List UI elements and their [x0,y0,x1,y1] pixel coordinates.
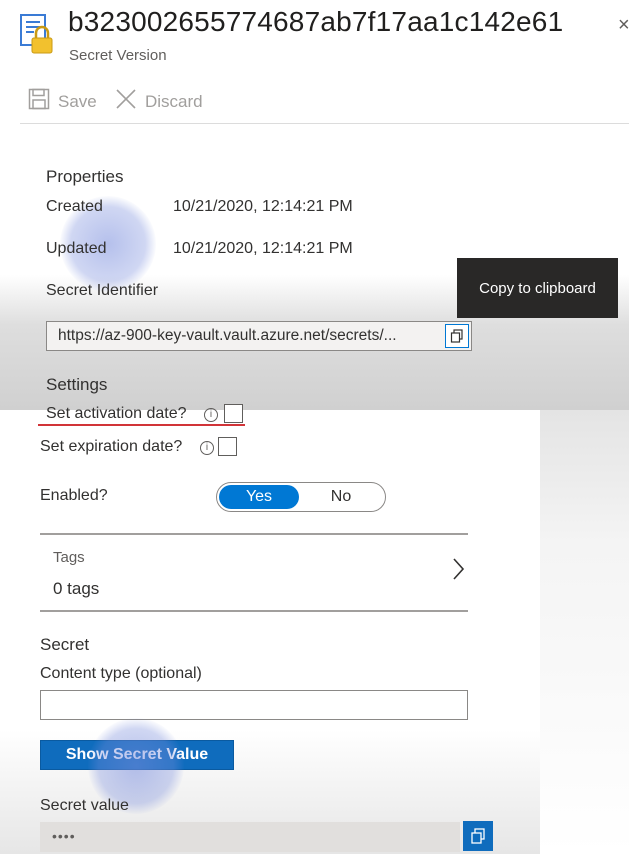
save-button[interactable]: Save [28,88,97,115]
secret-heading: Secret [40,635,90,654]
enabled-yes-option[interactable]: Yes [219,485,299,509]
secret-value-field[interactable]: •••• [40,822,460,852]
properties-heading: Properties [46,167,124,186]
created-value: 10/21/2020, 12:14:21 PM [173,198,353,215]
secret-identifier-label: Secret Identifier [46,282,159,299]
save-icon [28,88,50,115]
created-label: Created [46,198,103,215]
toolbar-divider [20,123,629,124]
enabled-toggle[interactable]: Yes No [216,482,386,512]
secret-identifier-field[interactable]: https://az-900-key-vault.vault.azure.net… [46,321,472,351]
tags-count[interactable]: 0 tags [53,579,99,599]
copy-tooltip: Copy to clipboard [457,258,618,318]
tags-heading: Tags [53,549,85,566]
updated-label: Updated [46,240,107,257]
discard-icon [115,88,137,115]
expiration-date-label: Set expiration date? [40,438,183,455]
secret-value-label: Secret value [40,797,129,814]
copy-icon [471,828,485,844]
page-subtitle: Secret Version [69,47,167,64]
enabled-no-option[interactable]: No [299,485,383,509]
save-label: Save [58,91,97,111]
tags-top-divider [40,533,468,535]
screen-shade-right [540,410,629,854]
copy-secret-value-button[interactable] [463,821,493,851]
copy-icon [450,329,463,343]
updated-value: 10/21/2020, 12:14:21 PM [173,240,353,257]
discard-label: Discard [145,91,203,111]
activation-date-checkbox[interactable] [224,404,243,423]
activation-date-label: Set activation date? [46,405,187,422]
info-icon[interactable]: i [204,408,218,422]
tags-bottom-divider [40,610,468,612]
enabled-label: Enabled? [40,487,108,504]
content-type-label: Content type (optional) [40,665,202,682]
discard-button[interactable]: Discard [115,88,203,115]
close-icon[interactable]: × [618,14,629,37]
content-type-input[interactable] [40,690,468,720]
expiration-date-checkbox[interactable] [218,437,237,456]
secret-identifier-value: https://az-900-key-vault.vault.azure.net… [58,327,397,344]
page-title: b323002655774687ab7f17aa1c142e61 [68,6,564,37]
copy-to-clipboard-button[interactable] [445,324,469,348]
annotation-underline [38,424,245,426]
key-vault-secret-icon [20,14,54,54]
chevron-right-icon[interactable] [448,555,468,583]
info-icon[interactable]: i [200,441,214,455]
settings-heading: Settings [46,375,108,394]
